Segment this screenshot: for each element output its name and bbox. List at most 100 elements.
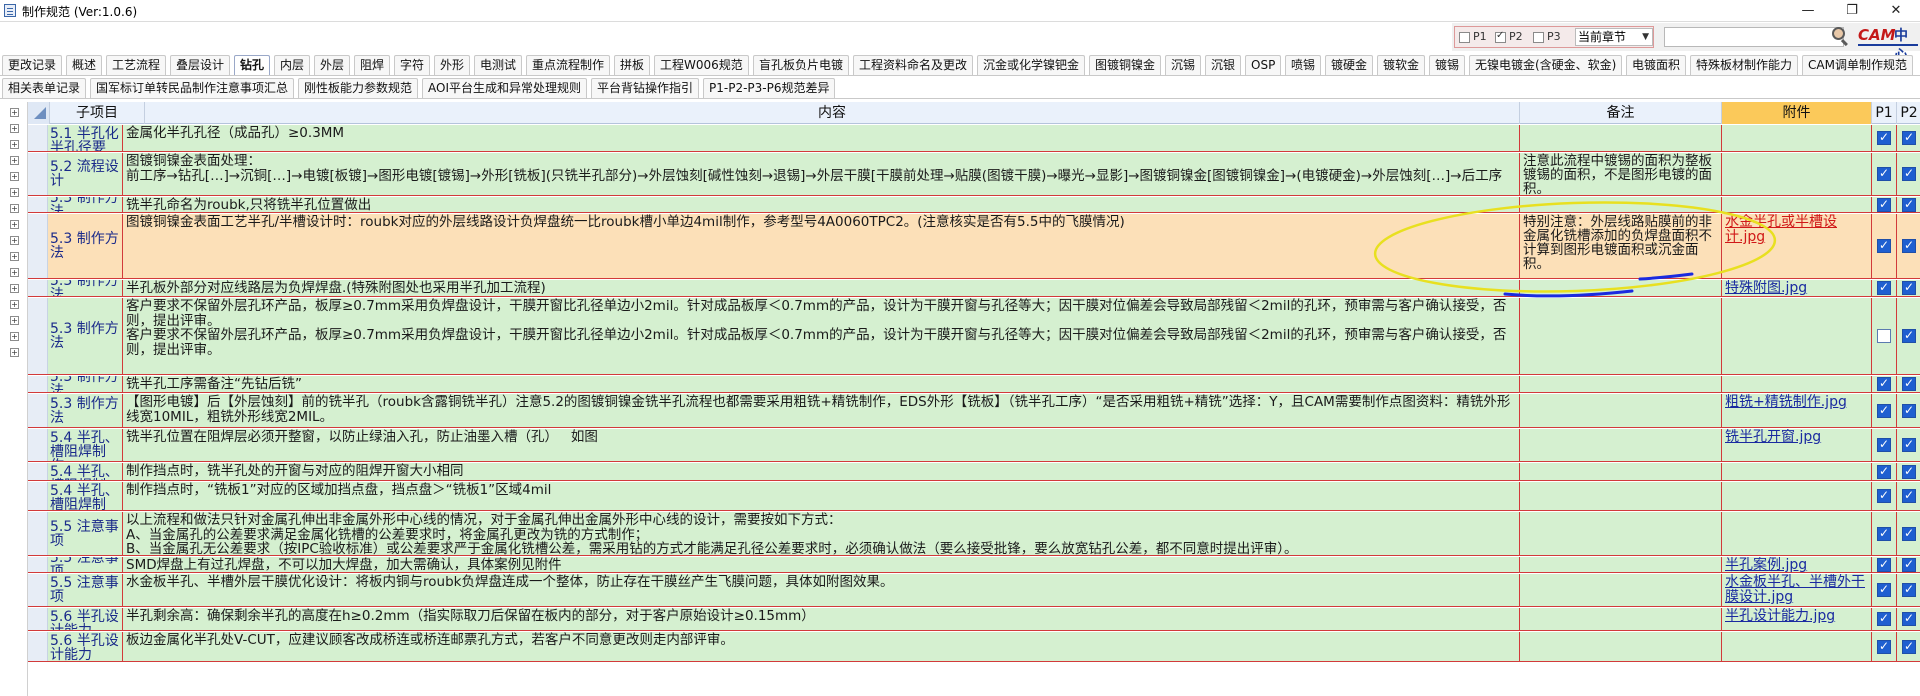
tab-a-21[interactable]: 喷锡 (1285, 55, 1322, 75)
row-selector[interactable] (28, 376, 48, 392)
p1-checkbox[interactable] (1877, 197, 1891, 212)
expand-icon[interactable]: + (10, 268, 19, 277)
column-header-sub[interactable]: 子项目 (50, 102, 145, 124)
tab-a-9[interactable]: 外形 (434, 55, 471, 75)
p2-checkbox[interactable] (1902, 464, 1916, 479)
search-button[interactable] (1829, 25, 1853, 49)
attachment-link[interactable]: 水金半孔或半槽设计.jpg (1725, 214, 1837, 245)
expand-icon[interactable]: + (10, 156, 19, 165)
attachment-link[interactable]: 半孔案例.jpg (1725, 557, 1807, 573)
row-selector[interactable] (28, 574, 48, 606)
tab-a-16[interactable]: 沉金或化学镍钯金 (977, 55, 1086, 75)
p1-checkbox[interactable] (1877, 437, 1891, 452)
expand-icon[interactable]: + (10, 348, 19, 357)
tab-a-0[interactable]: 更改记录 (2, 55, 63, 75)
p2-checkbox[interactable] (1902, 488, 1916, 503)
p2-checkbox[interactable] (1902, 557, 1916, 572)
table-row[interactable]: 5.3 制作方法 客户要求不保留外层孔环产品，板厚≥0.7mm采用负焊盘设计，干膜… (28, 298, 1920, 375)
minimize-button[interactable]: — (1786, 0, 1830, 22)
tab-a-12[interactable]: 拼板 (614, 55, 651, 75)
tab-a-3[interactable]: 叠层设计 (170, 55, 231, 75)
p2-checkbox[interactable] (1902, 611, 1916, 626)
table-row[interactable]: 5.3 制作方法 铣半孔工序需备注“先钻后铣” (28, 376, 1920, 393)
tab-a-24[interactable]: 镀锡 (1429, 55, 1466, 75)
expand-icon[interactable]: + (10, 300, 19, 309)
row-selector[interactable] (28, 482, 48, 510)
search-input[interactable] (1664, 27, 1844, 47)
expand-icon[interactable]: + (10, 332, 19, 341)
attachment-link[interactable]: 粗铣+精铣制作.jpg (1725, 394, 1847, 410)
tab-a-26[interactable]: 电镀面积 (1626, 55, 1687, 75)
tab-b-1[interactable]: 国军标订单转民品制作注意事项汇总 (90, 78, 295, 98)
tab-a-11[interactable]: 重点流程制作 (526, 55, 611, 75)
row-selector[interactable] (28, 298, 48, 374)
row-selector[interactable] (28, 608, 48, 630)
p2-checkbox[interactable] (1902, 328, 1916, 343)
row-selector[interactable] (28, 463, 48, 480)
expand-icon[interactable]: + (10, 236, 19, 245)
attachment-link[interactable]: 半孔设计能力.jpg (1725, 608, 1835, 624)
p2-checkbox[interactable] (1902, 403, 1916, 418)
tab-a-14[interactable]: 盲孔板负片电镀 (753, 55, 850, 75)
table-row[interactable]: 5.6 半孔设计能力半孔剩余高：确保剩余半孔的高度在h≥0.2mm（指实际取刀后… (28, 608, 1920, 631)
tab-a-7[interactable]: 阻焊 (354, 55, 391, 75)
tab-a-10[interactable]: 电测试 (474, 55, 523, 75)
tab-a-18[interactable]: 沉锡 (1165, 55, 1202, 75)
table-row[interactable]: 5.5 注意事项 SMD焊盘上有过孔焊盘，不可以加大焊盘，加大需确认，具体案例见附… (28, 557, 1920, 573)
p2-checkbox[interactable] (1902, 197, 1916, 212)
tab-a-15[interactable]: 工程资料命名及更改 (853, 55, 974, 75)
table-row[interactable]: 5.3 制作方法 铣半孔命名为roubk,只将铣半孔位置做出 (28, 197, 1920, 213)
expand-icon[interactable]: + (10, 124, 19, 133)
scope-select[interactable]: 当前章节 ▼ (1575, 28, 1653, 46)
p1-checkbox[interactable] (1877, 130, 1891, 145)
p1-checkbox[interactable] (1877, 238, 1891, 253)
tab-a-25[interactable]: 无镍电镀金(含硬金、软金) (1469, 55, 1623, 75)
table-row[interactable]: 5.5 注意事项 水金板半孔、半槽外层干膜优化设计：将板内铜与roubk负焊盘连成… (28, 574, 1920, 607)
row-selector[interactable] (28, 632, 48, 661)
p1-checkbox[interactable] (1877, 403, 1891, 418)
tab-a-19[interactable]: 沉银 (1205, 55, 1242, 75)
table-row[interactable]: 5.4 半孔、槽阻焊制作制作挡点时，铣半孔处的开窗与对应的阻焊开窗大小相同 (28, 463, 1920, 481)
p1-checkbox[interactable] (1877, 166, 1891, 181)
expand-icon[interactable]: + (10, 188, 19, 197)
attachment-link[interactable]: 特殊附图.jpg (1725, 280, 1807, 296)
p1-checkbox[interactable] (1877, 280, 1891, 295)
tab-b-3[interactable]: AOI平台生成和异常处理规则 (422, 78, 587, 98)
tab-a-1[interactable]: 概述 (66, 55, 103, 75)
p2-filter-checkbox[interactable] (1495, 30, 1506, 43)
expand-icon[interactable]: + (10, 252, 19, 261)
tab-a-6[interactable]: 外层 (314, 55, 351, 75)
column-header-content[interactable]: 内容 (145, 102, 1520, 124)
table-row[interactable]: 5.1 半孔化半孔径要求金属化半孔孔径（成品孔）≥0.3MM (28, 125, 1920, 152)
expand-icon[interactable]: + (10, 204, 19, 213)
expand-icon[interactable]: + (10, 108, 19, 117)
tab-b-2[interactable]: 刚性板能力参数规范 (298, 78, 419, 98)
expand-icon[interactable]: + (10, 316, 19, 325)
row-selector[interactable] (28, 557, 48, 572)
p3-filter-checkbox[interactable] (1533, 32, 1544, 43)
expand-icon[interactable]: + (10, 172, 19, 181)
row-selector[interactable] (28, 429, 48, 461)
p1-checkbox[interactable] (1877, 464, 1891, 479)
p1-checkbox[interactable] (1877, 329, 1891, 343)
row-selector[interactable] (28, 214, 48, 278)
column-header-attach[interactable]: 附件 (1722, 102, 1872, 124)
close-button[interactable]: ✕ (1874, 0, 1918, 22)
p2-checkbox[interactable] (1902, 238, 1916, 253)
p1-checkbox[interactable] (1877, 557, 1891, 572)
row-selector[interactable] (28, 394, 48, 427)
column-header-p1[interactable]: P1 (1872, 102, 1897, 124)
tab-a-13[interactable]: 工程W006规范 (654, 55, 749, 75)
p2-checkbox[interactable] (1902, 280, 1916, 295)
expand-icon[interactable]: + (10, 284, 19, 293)
table-row[interactable]: 5.3 制作方法 半孔板外部分对应线路层为负焊焊盘.(特殊附图处也采用半孔加工流程… (28, 280, 1920, 297)
tab-b-4[interactable]: 平台背钻操作指引 (591, 78, 700, 98)
p1-checkbox[interactable] (1877, 488, 1891, 503)
tab-a-23[interactable]: 镀软金 (1377, 55, 1426, 75)
p1-checkbox[interactable] (1877, 526, 1891, 541)
row-selector[interactable] (28, 197, 48, 212)
table-row[interactable]: 5.4 半孔、槽阻焊制作制作挡点时，“铣板1”对应的区域加挡点盘，挡点盘＞“铣板… (28, 482, 1920, 511)
row-selector[interactable] (28, 125, 48, 151)
row-selector[interactable] (28, 280, 48, 296)
tab-a-4[interactable]: 钻孔 (234, 55, 271, 75)
